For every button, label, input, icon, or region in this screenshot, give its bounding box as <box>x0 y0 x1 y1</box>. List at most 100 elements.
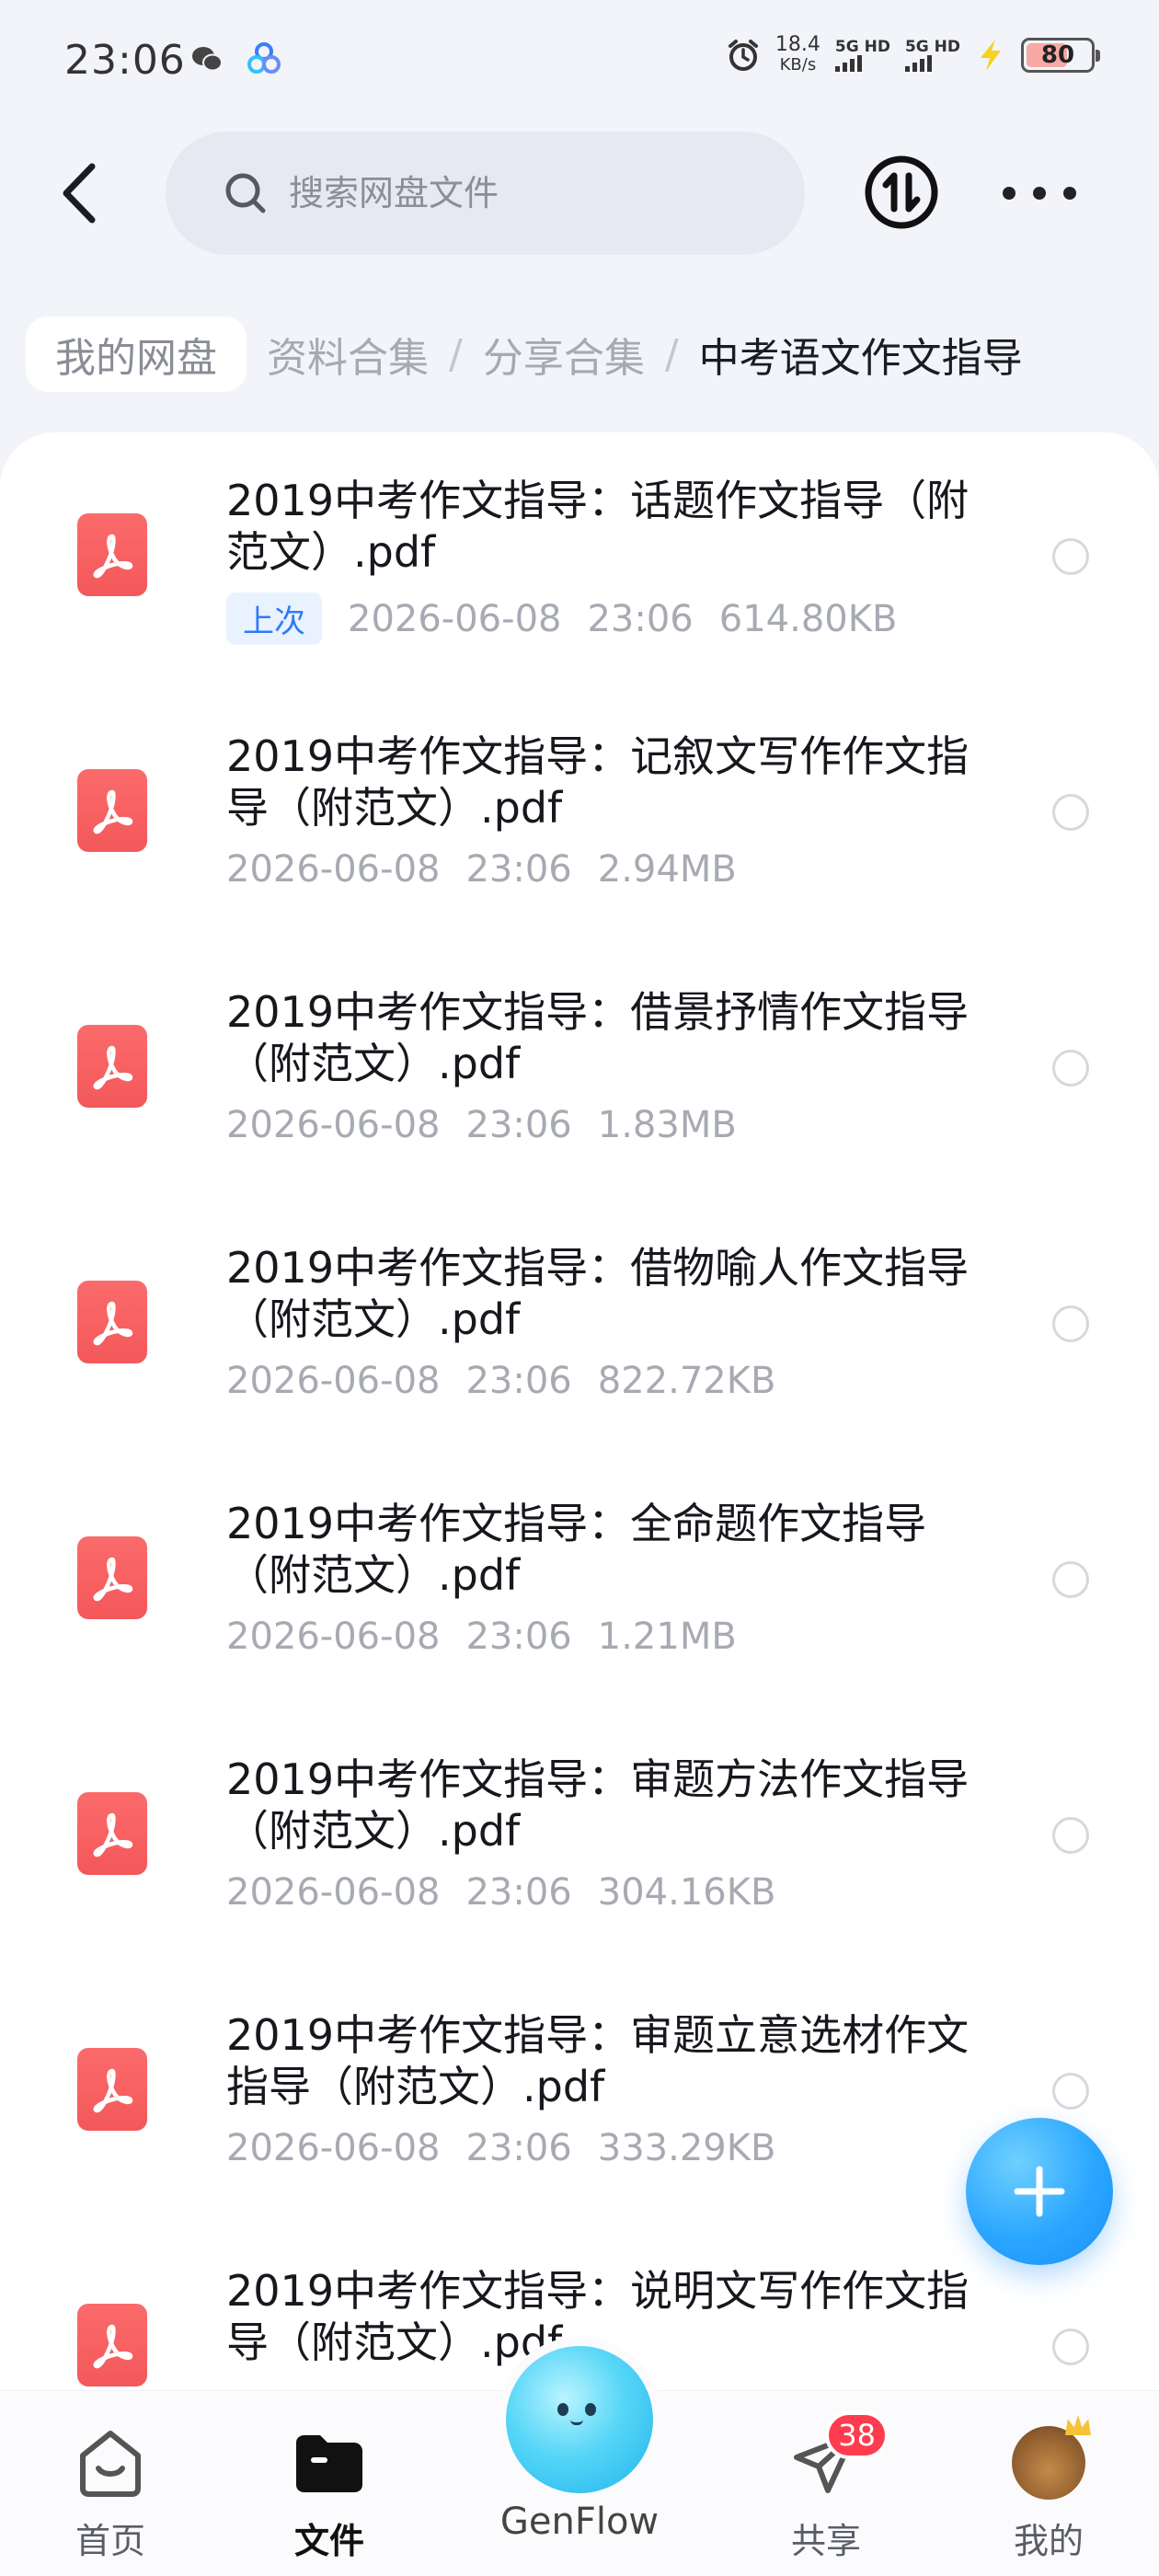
file-meta: 2026-06-08 23:06 822.72KB <box>226 1360 775 1402</box>
more-button[interactable] <box>1003 175 1076 212</box>
select-checkbox[interactable] <box>1052 1817 1089 1854</box>
acrobat-glyph-icon <box>93 1557 133 1602</box>
baidu-netdisk-icon <box>247 42 281 74</box>
pdf-icon <box>77 1025 147 1108</box>
genflow-mascot-icon <box>506 2346 653 2493</box>
nav-share[interactable]: 38 共享 <box>734 2391 918 2576</box>
file-row[interactable]: 2019中考作文指导：话题作文指导（附范文）.pdf 上次 2026-06-08… <box>0 432 1159 688</box>
breadcrumb-separator: / <box>449 330 463 378</box>
search-box[interactable] <box>166 132 805 255</box>
acrobat-glyph-icon <box>93 1301 133 1346</box>
signal-bars-icon <box>834 55 862 72</box>
plus-icon <box>1014 2166 1065 2217</box>
pdf-icon <box>77 2048 147 2131</box>
file-size: 822.72KB <box>597 1360 776 1402</box>
more-dot <box>1063 187 1076 200</box>
file-meta: 2026-06-08 23:06 2.94MB <box>226 848 737 891</box>
breadcrumb-item[interactable]: 分享合集 <box>483 325 645 384</box>
file-name: 2019中考作文指导：审题立意选材作文指导（附范文）.pdf <box>226 2010 970 2111</box>
file-name: 2019中考作文指导：记叙文写作作文指导（附范文）.pdf <box>226 731 970 833</box>
file-row[interactable]: 2019中考作文指导：全命题作文指导（附范文）.pdf 2026-06-08 2… <box>0 1455 1159 1711</box>
sim1-label: 5G HD <box>834 38 890 56</box>
file-name: 2019中考作文指导：审题方法作文指导（附范文）.pdf <box>226 1754 970 1856</box>
file-time: 23:06 <box>465 1871 572 1914</box>
nav-files-label: 文件 <box>293 2521 364 2561</box>
folder-icon <box>291 2424 368 2501</box>
file-name: 2019中考作文指导：全命题作文指导（附范文）.pdf <box>226 1499 927 1600</box>
select-checkbox[interactable] <box>1052 2073 1089 2110</box>
select-checkbox[interactable] <box>1052 1050 1089 1087</box>
file-name: 2019中考作文指导：借物喻人作文指导（附范文）.pdf <box>226 1243 970 1344</box>
pdf-icon <box>77 513 147 596</box>
file-row[interactable]: 2019中考作文指导：借物喻人作文指导（附范文）.pdf 2026-06-08 … <box>0 1200 1159 1455</box>
breadcrumb-item[interactable]: 资料合集 <box>267 325 429 384</box>
nav-share-label: 共享 <box>790 2521 861 2561</box>
pdf-icon <box>77 2304 147 2386</box>
breadcrumb-separator: / <box>664 330 679 378</box>
file-meta: 2026-06-08 23:06 333.29KB <box>226 2127 775 2169</box>
status-time: 23:06 <box>64 37 186 84</box>
acrobat-glyph-icon <box>93 1812 133 1857</box>
breadcrumb-home[interactable]: 我的网盘 <box>26 316 247 392</box>
back-button[interactable] <box>46 156 110 230</box>
file-time: 23:06 <box>465 2127 572 2169</box>
nav-home[interactable]: 首页 <box>18 2391 202 2576</box>
wechat-icon <box>192 47 223 72</box>
select-checkbox[interactable] <box>1052 2329 1089 2365</box>
pdf-icon <box>77 1281 147 1363</box>
file-time: 23:06 <box>587 597 694 640</box>
file-size: 2.94MB <box>597 848 737 891</box>
breadcrumb-trail: 资料合集 / 分享合集 / 中考语文作文指导 <box>267 316 1023 392</box>
transfer-button[interactable] <box>863 154 940 231</box>
file-row[interactable]: 2019中考作文指导：记叙文写作作文指导（附范文）.pdf 2026-06-08… <box>0 688 1159 944</box>
file-size: 1.83MB <box>597 1104 737 1146</box>
file-time: 23:06 <box>465 1616 572 1658</box>
file-name: 2019中考作文指导：借景抒情作文指导（附范文）.pdf <box>226 987 970 1088</box>
acrobat-glyph-icon <box>93 789 133 834</box>
more-dot <box>1033 187 1046 200</box>
nav-genflow-label: GenFlow <box>499 2501 660 2543</box>
share-badge: 38 <box>825 2411 889 2459</box>
file-date: 2026-06-08 <box>226 1104 441 1146</box>
nav-home-label: 首页 <box>75 2521 145 2561</box>
net-speed: 18.4 KB/s <box>775 35 820 75</box>
file-meta: 2026-06-08 23:06 1.83MB <box>226 1104 737 1146</box>
avatar <box>1010 2424 1087 2501</box>
net-speed-unit: KB/s <box>779 55 817 75</box>
status-bar: 23:06 18.4 KB/s 5G HD 5G HD 80 <box>0 0 1159 120</box>
acrobat-glyph-icon <box>93 2324 133 2369</box>
nav-genflow[interactable] <box>497 2337 662 2502</box>
file-meta: 2026-06-08 23:06 304.16KB <box>226 1871 775 1914</box>
file-meta: 2026-06-08 23:06 1.21MB <box>226 1616 737 1658</box>
file-list: 2019中考作文指导：话题作文指导（附范文）.pdf 上次 2026-06-08… <box>0 432 1159 2576</box>
select-checkbox[interactable] <box>1052 1561 1089 1598</box>
search-input[interactable] <box>289 173 767 213</box>
select-checkbox[interactable] <box>1052 538 1089 575</box>
nav-me[interactable]: 我的 <box>957 2391 1141 2576</box>
share-icon: 38 <box>787 2411 889 2501</box>
select-checkbox[interactable] <box>1052 794 1089 831</box>
signal-bars-icon <box>904 55 932 72</box>
search-icon <box>225 173 266 213</box>
file-date: 2026-06-08 <box>226 1616 441 1658</box>
file-size: 333.29KB <box>597 2127 776 2169</box>
pdf-icon <box>77 769 147 852</box>
file-date: 2026-06-08 <box>226 1360 441 1402</box>
more-dot <box>1003 187 1016 200</box>
top-bar <box>0 129 1159 258</box>
file-time: 23:06 <box>465 848 572 891</box>
file-row[interactable]: 2019中考作文指导：借景抒情作文指导（附范文）.pdf 2026-06-08 … <box>0 944 1159 1200</box>
file-date: 2026-06-08 <box>348 597 562 640</box>
file-row[interactable]: 2019中考作文指导：审题方法作文指导（附范文）.pdf 2026-06-08 … <box>0 1711 1159 1967</box>
file-date: 2026-06-08 <box>226 2127 441 2169</box>
select-checkbox[interactable] <box>1052 1305 1089 1342</box>
nav-files[interactable]: 文件 <box>237 2391 421 2576</box>
status-notification-icons <box>189 40 282 77</box>
add-button[interactable] <box>966 2118 1113 2265</box>
alarm-icon <box>728 40 758 71</box>
file-name: 2019中考作文指导：话题作文指导（附范文）.pdf <box>226 476 970 577</box>
nav-me-label: 我的 <box>1013 2521 1084 2561</box>
signal-sim2: 5G HD <box>904 39 960 72</box>
battery-level: 80 <box>1040 41 1075 69</box>
chevron-left-icon <box>63 163 96 224</box>
